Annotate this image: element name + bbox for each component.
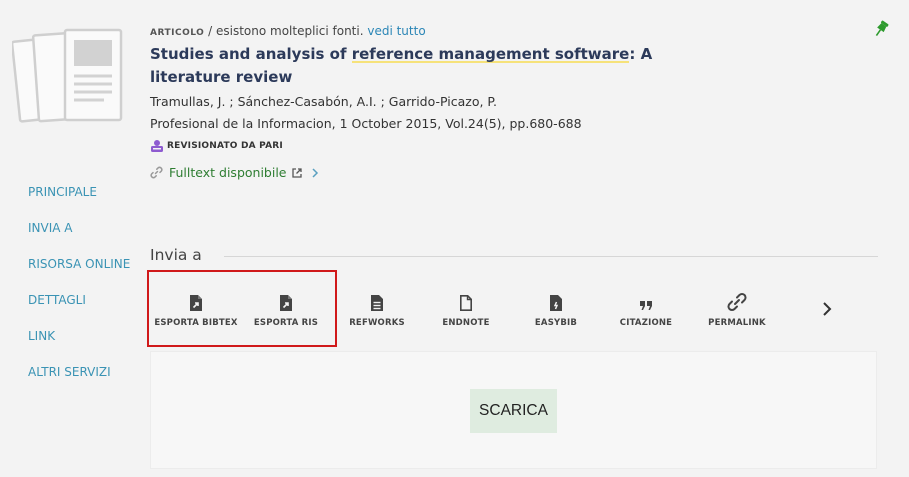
- link-icon: [727, 292, 747, 312]
- nav-item-altri-servizi[interactable]: ALTRI SERVIZI: [28, 360, 130, 396]
- refworks-button[interactable]: REFWORKS: [331, 288, 423, 334]
- peer-reviewed-badge: REVISIONATO DA PARI: [150, 139, 790, 153]
- easybib-file-icon: [550, 295, 562, 311]
- record-type-suffix: / esistono molteplici fonti.: [204, 24, 368, 38]
- refworks-label: REFWORKS: [349, 318, 405, 328]
- nav-item-risorsa-online[interactable]: RISORSA ONLINE: [28, 252, 130, 288]
- section-divider: [224, 256, 878, 257]
- title-highlight: reference management software: [351, 45, 630, 63]
- external-link-icon: [291, 167, 302, 178]
- fulltext-label: Fulltext disponibile: [169, 165, 287, 180]
- record-type-label: ARTICOLO: [150, 28, 205, 38]
- section-nav: PRINCIPALE INVIA A RISORSA ONLINE DETTAG…: [28, 180, 130, 396]
- document-lines-icon: [371, 295, 383, 311]
- peer-reviewed-label: REVISIONATO DA PARI: [167, 141, 283, 151]
- chevron-right-icon: [311, 167, 318, 178]
- chevron-right-icon[interactable]: [818, 300, 836, 318]
- send-to-title: Invia a: [150, 246, 202, 264]
- citation-button[interactable]: CITAZIONE: [600, 288, 692, 334]
- endnote-button[interactable]: ENDNOTE: [420, 288, 512, 334]
- link-chain-icon: [150, 166, 163, 179]
- nav-item-invia-a[interactable]: INVIA A: [28, 216, 130, 252]
- nav-item-link[interactable]: LINK: [28, 324, 130, 360]
- title-part-1: Studies and analysis of: [150, 45, 352, 63]
- record-type-line: ARTICOLO / esistono molteplici fonti. ve…: [150, 22, 790, 42]
- permalink-label: PERMALINK: [708, 318, 766, 328]
- endnote-label: ENDNOTE: [442, 318, 490, 328]
- record-details: ARTICOLO / esistono molteplici fonti. ve…: [150, 22, 790, 180]
- pin-icon[interactable]: [873, 20, 889, 38]
- easybib-label: EASYBIB: [534, 318, 578, 328]
- see-all-link[interactable]: vedi tutto: [367, 24, 425, 38]
- export-highlight-box: [147, 270, 337, 347]
- citation-label: CITAZIONE: [619, 318, 673, 328]
- record-authors: Tramullas, J. ; Sánchez-Casabón, A.I. ; …: [150, 94, 497, 109]
- easybib-button[interactable]: EASYBIB: [510, 288, 602, 334]
- document-outline-icon: [460, 295, 472, 311]
- download-button[interactable]: SCARICA: [470, 389, 557, 433]
- peer-reviewed-icon: [151, 140, 163, 152]
- nav-item-dettagli[interactable]: DETTAGLI: [28, 288, 130, 324]
- quote-icon: [640, 301, 652, 310]
- record-title[interactable]: Studies and analysis of reference manage…: [150, 43, 680, 89]
- record-source: Profesional de la Informacion, 1 October…: [150, 116, 582, 131]
- permalink-button[interactable]: PERMALINK: [691, 288, 783, 334]
- nav-item-principale[interactable]: PRINCIPALE: [28, 180, 130, 216]
- document-thumbnail-icon: [12, 28, 123, 123]
- fulltext-link[interactable]: Fulltext disponibile: [150, 165, 790, 180]
